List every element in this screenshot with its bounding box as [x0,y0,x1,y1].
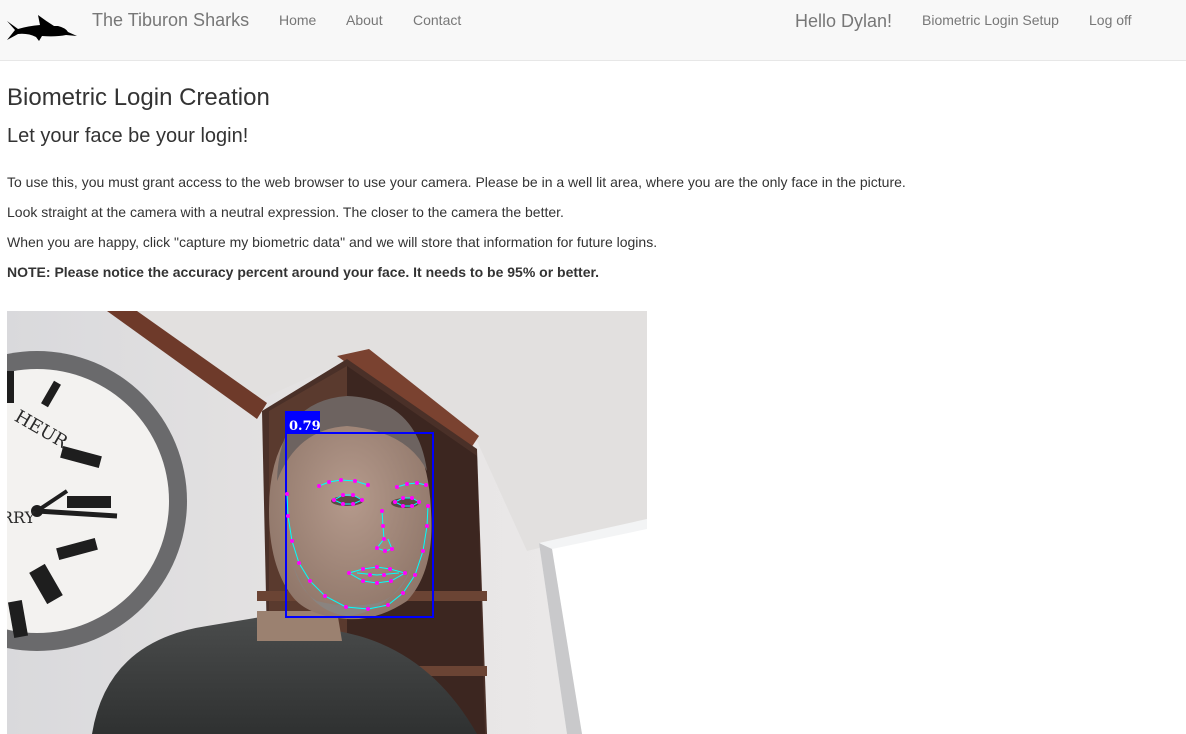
user-greeting: Hello Dylan! [795,11,893,31]
instruction-paragraph: When you are happy, click "capture my bi… [7,234,658,250]
instruction-paragraph: Look straight at the camera with a neutr… [7,204,564,220]
instruction-paragraph: To use this, you must grant access to th… [7,174,906,190]
camera-video-feed: HEUR RRY 0.79 [7,311,647,734]
nav-contact-link[interactable]: Contact [413,11,461,29]
clock-text-bottom: RRY [7,508,36,527]
nav-home-link[interactable]: Home [279,11,316,29]
nav-logoff-link[interactable]: Log off [1089,11,1132,29]
camera-frame: HEUR RRY 0.79 [7,311,647,734]
shark-logo-icon[interactable] [6,13,78,43]
confidence-label: 0.79 [289,419,321,434]
navbar: The Tiburon Sharks Home About Contact He… [0,0,1186,61]
brand-link[interactable]: The Tiburon Sharks [92,9,249,31]
page-subtitle: Let your face be your login! [7,125,249,147]
nav-biometric-setup-link[interactable]: Biometric Login Setup [922,11,1059,29]
page-title: Biometric Login Creation [7,84,270,111]
nav-about-link[interactable]: About [346,11,383,29]
accuracy-note: NOTE: Please notice the accuracy percent… [7,264,600,280]
